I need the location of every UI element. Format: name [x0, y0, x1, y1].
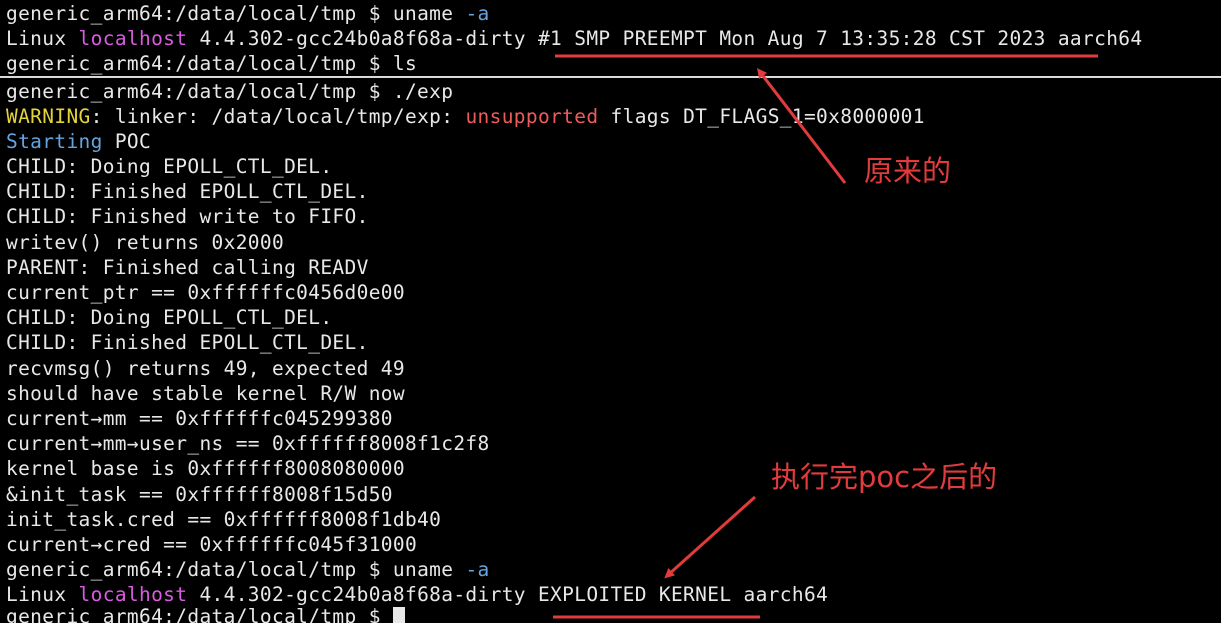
- output-line: &init_task == 0xffffff8008f15d50: [6, 483, 393, 506]
- warning-label: WARNING: [6, 105, 91, 128]
- output-line: kernel base is 0xffffff8008080000: [6, 457, 405, 480]
- command-text: uname: [392, 558, 466, 581]
- command-flag: -a: [465, 2, 490, 25]
- terminal-line-prompt[interactable]: generic_arm64:/data/local/tmp $: [6, 604, 405, 623]
- output-line: current→mm→user_ns == 0xffffff8008f1c2f8: [6, 432, 490, 455]
- screenshot-divider: [0, 76, 1221, 78]
- os-name: Linux: [6, 583, 79, 606]
- output-line: current→cred == 0xffffffc045f31000: [6, 533, 418, 556]
- output-line: CHILD: Finished EPOLL_CTL_DEL.: [6, 331, 369, 354]
- output-line: should have stable kernel R/W now: [6, 382, 405, 405]
- starting-label: Starting: [6, 130, 103, 153]
- output-line: writev() returns 0x2000: [6, 231, 285, 254]
- hostname: localhost: [78, 27, 188, 50]
- kernel-info: 4.4.302-gcc24b0a8f68a-dirty EXPLOITED KE…: [187, 583, 829, 606]
- os-name: Linux: [6, 27, 79, 50]
- command-text: uname: [392, 2, 466, 25]
- terminal-line-starting-poc: Starting POC: [6, 129, 151, 154]
- terminal-line-linker-warning: WARNING: linker: /data/local/tmp/exp: un…: [6, 104, 925, 129]
- terminal-line-exp-command: generic_arm64:/data/local/tmp $ ./exp: [6, 80, 454, 103]
- terminal-cursor: [392, 607, 405, 623]
- prompt-text: generic_arm64:/data/local/tmp $: [6, 605, 393, 623]
- output-line: CHILD: Doing EPOLL_CTL_DEL.: [6, 306, 333, 329]
- prompt-text: generic_arm64:/data/local/tmp $: [6, 558, 393, 581]
- output-line: current→mm == 0xffffffc045299380: [6, 407, 393, 430]
- output-line: recvmsg() returns 49, expected 49: [6, 357, 405, 380]
- terminal-line-ls-command: generic_arm64:/data/local/tmp $ ls: [6, 52, 418, 75]
- unsupported-text: unsupported: [465, 105, 599, 128]
- terminal-line-uname-command: generic_arm64:/data/local/tmp $ uname -a: [6, 1, 490, 26]
- output-line: CHILD: Finished EPOLL_CTL_DEL.: [6, 180, 369, 203]
- output-line: PARENT: Finished calling READV: [6, 256, 369, 279]
- terminal-line-uname-command-2: generic_arm64:/data/local/tmp $ uname -a: [6, 557, 490, 582]
- poc-text: POC: [102, 130, 152, 153]
- warning-text: : linker: /data/local/tmp/exp:: [90, 105, 466, 128]
- hostname: localhost: [78, 583, 188, 606]
- output-line: init_task.cred == 0xffffff8008f1db40: [6, 508, 442, 531]
- output-line: current_ptr == 0xffffffc0456d0e00: [6, 281, 405, 304]
- terminal-window[interactable]: generic_arm64:/data/local/tmp $ uname -a…: [0, 0, 1221, 623]
- flags-text: flags DT_FLAGS_1=0x8000001: [598, 105, 925, 128]
- terminal-line-uname-output-original: Linux localhost 4.4.302-gcc24b0a8f68a-di…: [6, 26, 1142, 51]
- annotation-after-label: 执行完poc之后的: [771, 460, 998, 494]
- kernel-info: 4.4.302-gcc24b0a8f68a-dirty #1 SMP PREEM…: [187, 27, 1143, 50]
- prompt-text: generic_arm64:/data/local/tmp $: [6, 2, 393, 25]
- annotation-original-label: 原来的: [864, 154, 952, 188]
- output-line: CHILD: Finished write to FIFO.: [6, 205, 369, 228]
- command-flag: -a: [465, 558, 490, 581]
- output-line: CHILD: Doing EPOLL_CTL_DEL.: [6, 155, 333, 178]
